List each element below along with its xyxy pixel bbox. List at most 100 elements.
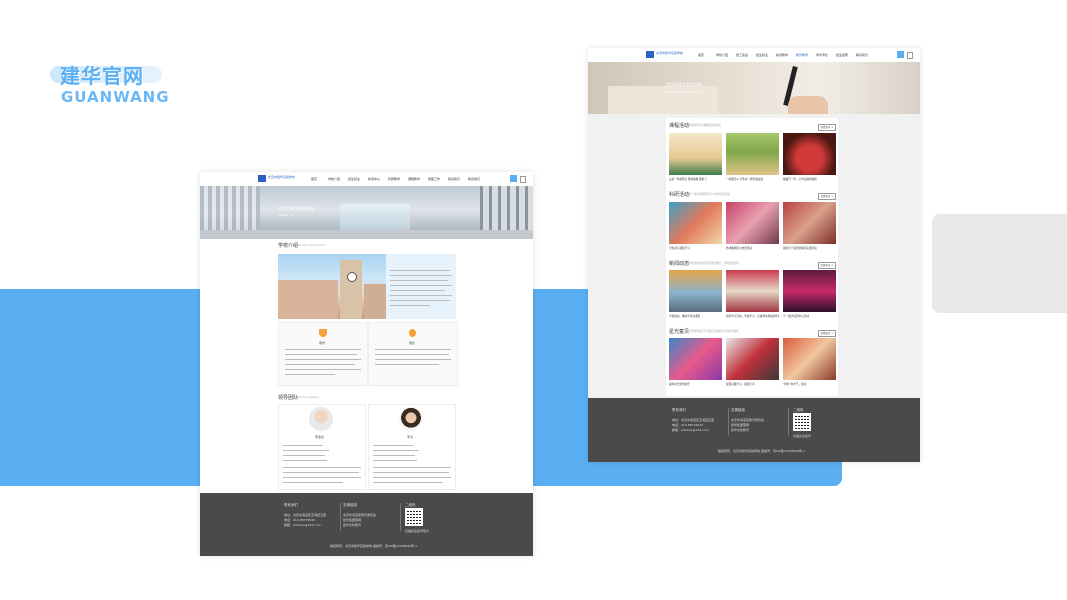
course-thumb-1[interactable] xyxy=(669,133,722,175)
nav-item-admission[interactable]: 招生就业 xyxy=(756,53,768,57)
right-hero-subtitle: Education and learning xyxy=(666,90,701,94)
left-footer-qr-caption: 扫描关注建华官方 xyxy=(405,529,430,533)
news-caption-3[interactable]: 千一般学项目中心活动 xyxy=(783,314,836,318)
lightbulb-icon xyxy=(409,329,416,337)
nav-item-news[interactable]: 新闻教学 xyxy=(776,53,788,57)
right-hero-banner: 北京市建华实验学校 Education and learning xyxy=(588,62,920,114)
research-caption-3[interactable]: 观察几个项目的情况实践活动 xyxy=(783,246,836,250)
brand-title-en: GUANWANG xyxy=(61,88,170,106)
nav-item-contact[interactable]: 联系我们 xyxy=(448,177,460,181)
right-footer-contact-title: 联系我们 xyxy=(672,408,686,412)
news-caption-1[interactable]: 学校运动，像在学生的课程 xyxy=(669,314,722,318)
right-footer-link[interactable]: 建华文化教育 xyxy=(731,428,749,432)
stars-thumb-2[interactable] xyxy=(726,338,779,380)
about-text-panel xyxy=(386,254,456,319)
left-page-nav: 北京市建华实验学校 首页 学校介绍 招生就业 新闻中心 科研教学 课程教学 党团… xyxy=(200,172,533,186)
nav-item-contact[interactable]: 联系我们 xyxy=(856,53,868,57)
search-icon[interactable] xyxy=(510,175,517,182)
right-footer-contact-line: 邮箱：jhxlxiao@163.com xyxy=(672,428,709,432)
brand-title-cn: 建华官网 xyxy=(60,64,144,88)
school-logo-text: 北京市建华实验学校 xyxy=(656,51,684,55)
nav-item-home[interactable]: 首页 xyxy=(698,53,704,57)
nav-item-home[interactable]: 首页 xyxy=(311,177,317,181)
left-footer-link[interactable]: 建华文化教育 xyxy=(343,523,361,527)
course-caption-1[interactable]: 又是一年重阳日 隆冬情暖 敬老下 xyxy=(669,177,722,181)
nav-item-contact-2[interactable]: 联系我们 xyxy=(468,177,480,181)
research-caption-2[interactable]: 外地教师研讨交流活动 xyxy=(726,246,779,250)
leader-1-name: 李金初 xyxy=(315,435,325,439)
nav-item-recruit[interactable]: 招生招聘 xyxy=(836,53,848,57)
left-footer-contact-line: 电话：010-88776543 xyxy=(284,518,316,522)
course-caption-3[interactable]: 我编写一件，小学完成的观察 xyxy=(783,177,836,181)
left-footer-contact-line: 地址：北京市海淀区玉海园五里 xyxy=(284,513,327,517)
school-logo-text: 北京市建华实验学校 xyxy=(268,175,296,179)
user-icon[interactable] xyxy=(907,52,913,59)
research-thumb-3[interactable] xyxy=(783,202,836,244)
more-button-news[interactable]: 查看更多 > xyxy=(818,262,836,269)
background-gray-card xyxy=(932,214,1067,313)
left-hero-subtitle: ABOUT US xyxy=(278,213,294,217)
qr-code-icon xyxy=(793,413,811,431)
about-campus-photo xyxy=(278,254,386,319)
search-icon[interactable] xyxy=(897,51,904,58)
section-title-courses: 课程活动 xyxy=(669,123,690,129)
news-caption-2[interactable]: 新年学习活动，学校学习，全校师生参加的年会 xyxy=(726,314,779,318)
right-footer-qr-caption: 扫描关注建华 xyxy=(793,434,812,438)
nav-item-teaching[interactable]: 教育教学 xyxy=(796,53,808,57)
course-thumb-2[interactable] xyxy=(726,133,779,175)
news-thumb-3[interactable] xyxy=(783,270,836,312)
nav-item-about[interactable]: 学校介绍 xyxy=(328,177,340,181)
nav-item-courses[interactable]: 课程教学 xyxy=(408,177,420,181)
section-title-research: 科研活动 xyxy=(669,192,690,198)
about-section-title: 学校介绍 xyxy=(278,243,299,249)
leader-card-1: 李金初 xyxy=(278,404,366,490)
right-page-mockup: 北京市建华实验学校 首页 学校介绍 党工建设 招生就业 新闻教学 教育教学 学术… xyxy=(588,48,920,462)
course-caption-2[interactable]: 一种面什么 学生在一群丝毫改变 xyxy=(726,177,779,181)
about-card-honor: 荣誉 xyxy=(278,322,368,386)
stars-thumb-3[interactable] xyxy=(783,338,836,380)
research-thumb-1[interactable] xyxy=(669,202,722,244)
news-thumb-2[interactable] xyxy=(726,270,779,312)
school-logo-icon xyxy=(646,51,654,58)
course-thumb-3[interactable] xyxy=(783,133,836,175)
stars-caption-2[interactable]: 展现自我学习，展现艺术 xyxy=(726,382,779,386)
nav-item-party[interactable]: 党工建设 xyxy=(736,53,748,57)
more-button-courses[interactable]: 查看更多 > xyxy=(818,124,836,131)
nav-item-research[interactable]: 科研教学 xyxy=(388,177,400,181)
qr-code-icon xyxy=(405,508,423,526)
right-footer-link[interactable]: 北京市海淀区教育委员会 xyxy=(731,418,764,422)
user-icon[interactable] xyxy=(520,176,526,183)
more-button-stars[interactable]: 查看更多 > xyxy=(818,330,836,337)
news-thumb-1[interactable] xyxy=(669,270,722,312)
stars-caption-3[interactable]: 学校少年才艺，展示 xyxy=(783,382,836,386)
left-footer-copyright: 版权所有：北京市建华实验学校 备案号：京ICP备17008949号-1 xyxy=(330,544,418,548)
right-footer-links-title: 友情链接 xyxy=(731,408,745,412)
nav-item-academic[interactable]: 学术专栏 xyxy=(816,53,828,57)
background-blue-band-left xyxy=(0,289,200,486)
section-subtitle-news: 学校最新新闻资讯和通知，学校的活动 xyxy=(688,261,740,265)
nav-item-about[interactable]: 学校介绍 xyxy=(716,53,728,57)
left-footer-link[interactable]: 北京市海淀区教育委员会 xyxy=(343,513,376,517)
stars-caption-1[interactable]: 童年时光里的欢乐 xyxy=(669,382,722,386)
left-footer-link[interactable]: 建华集团官网 xyxy=(343,518,361,522)
left-hero-title: 北京市建华实验学校 xyxy=(278,206,314,211)
stars-thumb-1[interactable] xyxy=(669,338,722,380)
leader-1-avatar xyxy=(309,407,333,431)
research-thumb-2[interactable] xyxy=(726,202,779,244)
nav-item-news[interactable]: 新闻中心 xyxy=(368,177,380,181)
right-footer-link[interactable]: 建华集团官网 xyxy=(731,423,749,427)
nav-item-party[interactable]: 党团工作 xyxy=(428,177,440,181)
about-section-subtitle: School introduction xyxy=(297,243,327,247)
section-title-news: 新闻动态 xyxy=(669,261,690,267)
left-footer-contact-line: 邮箱：jhxlxiao@163.com xyxy=(284,523,321,527)
research-caption-1[interactable]: 学生参与课程学习 xyxy=(669,246,722,250)
trophy-icon xyxy=(319,329,327,337)
right-page-nav: 北京市建华实验学校 首页 学校介绍 党工建设 招生就业 新闻教学 教育教学 学术… xyxy=(588,48,920,62)
left-footer-contact-title: 联系我们 xyxy=(284,503,298,507)
nav-item-admission[interactable]: 招生就业 xyxy=(348,177,360,181)
leader-2-name: 李涛 xyxy=(407,435,414,439)
leader-2-avatar xyxy=(399,407,423,431)
about-card-idea: 理念 xyxy=(368,322,458,386)
more-button-research[interactable]: 查看更多 > xyxy=(818,193,836,200)
left-page-footer: 联系我们 地址：北京市海淀区玉海园五里 电话：010-88776543 邮箱：j… xyxy=(200,493,533,556)
